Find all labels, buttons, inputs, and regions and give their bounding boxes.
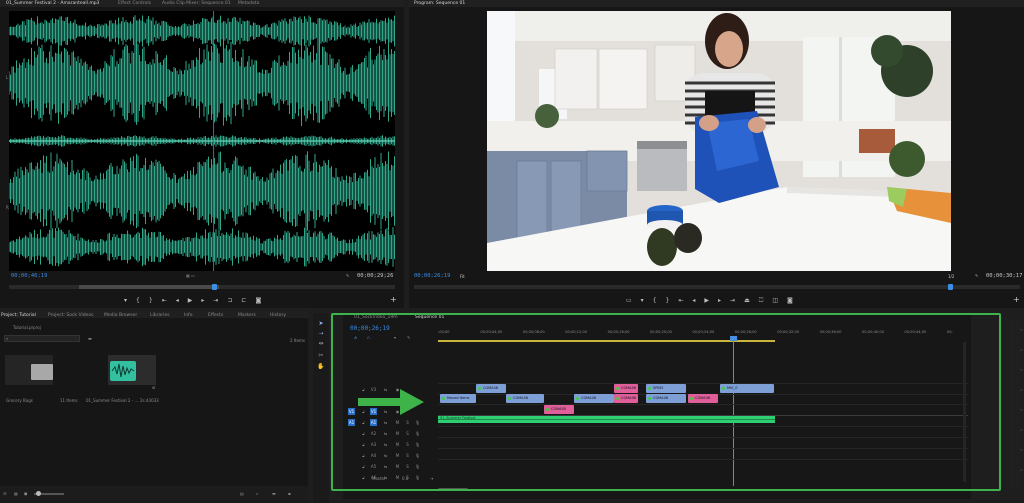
tab-project-sock-videos[interactable]: Project: Sock Videos [48,312,93,319]
resolution-dropdown[interactable]: 1/2 [948,274,954,279]
tab-media-browser[interactable]: Media Browser [104,312,137,319]
fit-dropdown[interactable]: Fit [460,274,465,279]
tab-effects[interactable]: Effects [208,312,223,319]
program-go-to-in-icon[interactable]: ⇤ [678,297,683,305]
overwrite-icon[interactable]: ⊏ [241,297,246,305]
go-to-in-icon[interactable]: ⇤ [162,297,167,305]
step-forward-icon[interactable]: ▸ [201,297,204,305]
audio-clip-name[interactable]: 01_Summer Festival 2 - ... [86,398,138,403]
source-playhead[interactable] [211,284,217,290]
wrench-icon[interactable]: ✎ [346,273,349,278]
tab-source[interactable]: 01_Summer Festival 2 - Amaranteall.mp3 [6,0,99,7]
program-add-button-icon[interactable]: + [1013,295,1020,304]
clear-icon[interactable]: ▪ [288,491,291,496]
find-icon[interactable]: ⌕ [256,491,258,496]
hand-tool-icon[interactable]: ✋ [317,363,325,371]
tab-info[interactable]: Info [184,312,193,319]
program-duration: 00;00;30;17 [986,273,1023,279]
program-playhead[interactable] [948,284,954,290]
go-to-out-icon[interactable]: ⇥ [213,297,218,305]
project-file-name: Tutorial.prproj [13,325,41,330]
ripple-edit-tool-icon[interactable]: ⇹ [317,340,325,348]
selection-tool-icon[interactable]: ➤ [317,320,325,328]
bin-thumbnail-grocery-bags[interactable] [5,355,53,385]
add-marker-icon[interactable]: ▾ [124,297,127,305]
channel-label-l: L [6,75,9,80]
program-timecode[interactable]: 00;00;26;19 [414,273,450,279]
play-icon[interactable]: ▶ [188,297,193,305]
bin-count: 11 Items [60,398,78,403]
export-frame-icon[interactable]: ◙ [255,297,261,305]
program-add-marker-icon[interactable]: ▾ [641,297,644,305]
search-icon: ⌕ [6,336,9,341]
freeform-view-icon[interactable]: ◼ [24,491,27,496]
mark-out-icon[interactable]: } [149,297,153,305]
audio-clip-meta: 2s:43033 [140,398,159,403]
source-add-button-icon[interactable]: + [390,295,397,304]
channel-label-r: R [6,205,9,210]
safe-margins-icon[interactable]: ▭ [626,297,632,305]
program-tab-strip [409,0,1024,7]
audio-meters [1008,320,1024,495]
folder-icon [31,364,53,380]
program-step-forward-icon[interactable]: ▸ [718,297,721,305]
insert-icon[interactable]: ⊐ [227,297,232,305]
program-go-to-out-icon[interactable]: ⇥ [730,297,735,305]
new-bin-footer-icon[interactable]: ▬ [272,491,276,496]
tab-metadata[interactable]: Metadata [238,0,259,7]
program-mark-in-icon[interactable]: { [653,297,657,305]
audio-clip-thumbnail[interactable] [108,355,156,385]
bin-name[interactable]: Grocery Bags [6,398,33,403]
icon-view-icon[interactable]: ▦ [14,491,18,496]
project-item-count: 2 Items [290,338,306,343]
extract-icon[interactable]: ⏍ [759,297,764,305]
audio-file-badge-icon: ⊞ [152,385,156,390]
razor-tool-icon[interactable]: ✂ [317,352,325,360]
list-view-icon[interactable]: ☰ [3,491,7,496]
audio-wave-icon [110,361,136,381]
project-footer: ☰ ▦ ◼ ▤ ⌕ ▬ ▪ [0,486,308,503]
program-transport-controls: ▭ ▾ { } ⇤ ◂ ▶ ▸ ⇥ ⏏ ⏍ ◫ ◙ [626,296,793,306]
program-wrench-icon[interactable]: ✎ [975,273,978,278]
audio-meter-scale [1010,320,1023,490]
tab-libraries[interactable]: Libraries [150,312,169,319]
tab-markers[interactable]: Markers [238,312,256,319]
compare-icon[interactable]: ◫ [772,297,778,305]
step-back-icon[interactable]: ◂ [176,297,179,305]
new-bin-icon[interactable]: ▬ [88,336,92,341]
program-mark-out-icon[interactable]: } [666,297,670,305]
tab-history[interactable]: History [270,312,286,319]
tab-project-tutorial[interactable]: Project: Tutorial [1,312,36,319]
new-item-icon[interactable]: ▤ [240,491,244,496]
source-scrub-bar[interactable] [9,284,395,290]
program-play-icon[interactable]: ▶ [704,297,709,305]
source-duration: 00;00;29;26 [357,273,394,279]
tab-effect-controls[interactable]: Effect Controls [118,0,151,7]
program-step-back-icon[interactable]: ◂ [692,297,695,305]
zoom-slider-knob[interactable] [36,491,41,496]
mark-in-icon[interactable]: { [136,297,140,305]
camera-icon[interactable]: ◙ [787,297,793,305]
tab-audio-clip-mixer[interactable]: Audio Clip Mixer: Sequence 01 [162,0,231,7]
program-scrub-bar[interactable] [414,284,1020,290]
tab-program[interactable]: Program: Sequence 01 [414,0,465,7]
program-video-frame[interactable] [487,11,951,271]
source-timecode[interactable]: 00;00;46;19 [11,273,47,279]
lift-icon[interactable]: ⏏ [744,297,750,305]
audio-waveform[interactable] [9,11,395,271]
kitchen-scene-image [487,11,951,271]
track-select-tool-icon[interactable]: ⇢ [317,330,325,338]
source-zoom-bar[interactable] [79,285,219,289]
timeline-highlight-box [331,313,1001,491]
project-search-input[interactable] [4,335,80,342]
source-drag-icons[interactable]: ▦ ▭ [186,273,195,278]
waveform-graphic [9,11,395,271]
source-transport-controls: ▾ { } ⇤ ◂ ▶ ▸ ⇥ ⊐ ⊏ ◙ [124,296,261,306]
